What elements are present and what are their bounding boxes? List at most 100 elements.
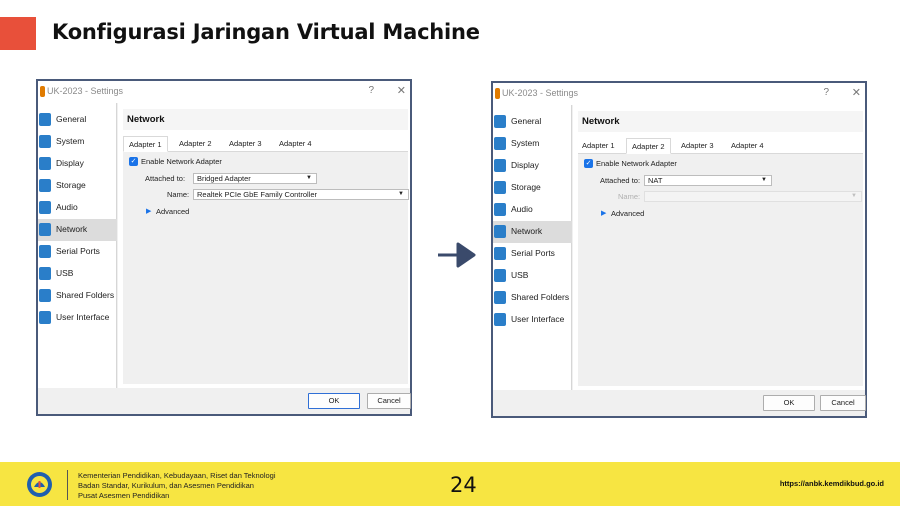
sidebar-item-user-interface[interactable]: User Interface — [493, 309, 572, 331]
panel-title: Network — [582, 116, 620, 127]
advanced-toggle[interactable]: Advanced — [156, 207, 189, 216]
enable-adapter-checkbox[interactable]: ✓ — [129, 157, 138, 166]
page-number: 24 — [450, 473, 477, 497]
adapter-tab-pane: ✓ Enable Network Adapter Attached to: Br… — [123, 152, 409, 384]
sidebar-item-usb[interactable]: USB — [493, 265, 572, 287]
enable-adapter-label: Enable Network Adapter — [141, 157, 222, 166]
network-icon — [494, 225, 506, 238]
settings-dialog-after: UK-2023 - Settings ? ✕ General System Di… — [491, 81, 867, 418]
close-button[interactable]: ✕ — [397, 84, 406, 97]
user-interface-icon — [494, 313, 506, 326]
tab-adapter-4[interactable]: Adapter 4 — [279, 139, 312, 148]
tab-adapter-1[interactable]: Adapter 1 — [582, 141, 615, 150]
user-interface-icon — [39, 311, 51, 324]
sidebar-item-display[interactable]: Display — [493, 155, 572, 177]
institution-line-2: Badan Standar, Kurikulum, dan Asesmen Pe… — [78, 481, 254, 490]
sidebar-item-general[interactable]: General — [38, 109, 117, 131]
sidebar-item-label: Storage — [511, 182, 541, 192]
institution-line-1: Kementerian Pendidikan, Kebudayaan, Rise… — [78, 471, 276, 480]
chevron-down-icon: ▼ — [398, 191, 404, 197]
sidebar-item-serial-ports[interactable]: Serial Ports — [38, 241, 117, 263]
sidebar-item-system[interactable]: System — [38, 131, 117, 153]
sidebar-item-storage[interactable]: Storage — [38, 175, 117, 197]
tab-adapter-2[interactable]: Adapter 2 — [626, 138, 671, 154]
sidebar-item-shared-folders[interactable]: Shared Folders — [38, 285, 117, 307]
name-value: Realtek PCIe GbE Family Controller — [197, 190, 318, 199]
close-button[interactable]: ✕ — [852, 86, 861, 99]
attached-to-select[interactable]: NAT ▼ — [644, 175, 772, 186]
settings-sidebar: General System Display Storage Audio Net… — [493, 105, 572, 390]
sidebar-item-audio[interactable]: Audio — [493, 199, 572, 221]
tab-adapter-4[interactable]: Adapter 4 — [731, 141, 764, 150]
ok-button[interactable]: OK — [763, 395, 815, 411]
sidebar-item-label: System — [56, 136, 85, 146]
settings-sidebar: General System Display Storage Audio Net… — [38, 103, 117, 388]
sidebar-item-label: Shared Folders — [511, 292, 570, 302]
expand-arrow-icon[interactable]: ▶ — [146, 207, 151, 215]
footer-url[interactable]: https://anbk.kemdikbud.go.id — [780, 479, 884, 488]
shared-folders-icon — [39, 289, 51, 302]
general-icon — [39, 113, 51, 126]
sidebar-item-label: Audio — [56, 202, 78, 212]
help-button[interactable]: ? — [368, 85, 374, 96]
sidebar-item-label: Network — [56, 224, 88, 234]
name-label: Name: — [167, 190, 190, 199]
adapter-tabs: Adapter 1 Adapter 2 Adapter 3 Adapter 4 — [578, 138, 863, 154]
help-button[interactable]: ? — [823, 87, 829, 98]
sidebar-item-label: User Interface — [56, 312, 110, 322]
transition-arrow-icon — [438, 242, 476, 268]
sidebar-item-audio[interactable]: Audio — [38, 197, 117, 219]
sidebar-item-network[interactable]: Network — [38, 219, 117, 241]
tab-adapter-1[interactable]: Adapter 1 — [123, 136, 168, 152]
cancel-button[interactable]: Cancel — [820, 395, 866, 411]
sidebar-item-label: USB — [56, 268, 74, 278]
dialog-titlebar: UK-2023 - Settings ? ✕ — [493, 83, 865, 105]
attached-to-label: Attached to: — [145, 174, 186, 183]
sidebar-item-label: General — [511, 116, 542, 126]
sidebar-item-network[interactable]: Network — [493, 221, 572, 243]
sidebar-item-label: Serial Ports — [56, 246, 100, 256]
dialog-button-bar: OK Cancel — [38, 388, 411, 414]
usb-icon — [39, 267, 51, 280]
sidebar-item-label: USB — [511, 270, 529, 280]
sidebar-item-serial-ports[interactable]: Serial Ports — [493, 243, 572, 265]
chevron-down-icon: ▼ — [306, 175, 312, 181]
attached-to-value: NAT — [648, 176, 663, 185]
panel-header: Network — [578, 111, 863, 132]
sidebar-item-label: Network — [511, 226, 543, 236]
sidebar-item-usb[interactable]: USB — [38, 263, 117, 285]
storage-icon — [494, 181, 506, 194]
sidebar-item-storage[interactable]: Storage — [493, 177, 572, 199]
name-label: Name: — [618, 192, 641, 201]
dialog-button-bar: OK Cancel — [493, 390, 866, 416]
expand-arrow-icon[interactable]: ▶ — [601, 209, 606, 217]
sidebar-item-shared-folders[interactable]: Shared Folders — [493, 287, 572, 309]
audio-icon — [494, 203, 506, 216]
settings-dialog-before: UK-2023 - Settings ? ✕ General System Di… — [36, 79, 412, 416]
name-select: ▼ — [644, 191, 862, 202]
advanced-toggle[interactable]: Advanced — [611, 209, 644, 218]
ok-button[interactable]: OK — [308, 393, 360, 409]
chevron-down-icon: ▼ — [851, 193, 857, 199]
enable-adapter-checkbox[interactable]: ✓ — [584, 159, 593, 168]
attached-to-label: Attached to: — [600, 176, 641, 185]
system-icon — [39, 135, 51, 148]
virtualbox-app-icon — [40, 86, 45, 97]
tab-adapter-3[interactable]: Adapter 3 — [681, 141, 714, 150]
usb-icon — [494, 269, 506, 282]
cancel-button[interactable]: Cancel — [367, 393, 411, 409]
serial-ports-icon — [494, 247, 506, 260]
attached-to-value: Bridged Adapter — [197, 174, 251, 183]
sidebar-item-label: Audio — [511, 204, 533, 214]
tab-adapter-2[interactable]: Adapter 2 — [179, 139, 212, 148]
settings-content: Network Adapter 1 Adapter 2 Adapter 3 Ad… — [573, 105, 865, 390]
sidebar-item-label: Shared Folders — [56, 290, 115, 300]
sidebar-item-general[interactable]: General — [493, 111, 572, 133]
tab-adapter-3[interactable]: Adapter 3 — [229, 139, 262, 148]
sidebar-item-system[interactable]: System — [493, 133, 572, 155]
attached-to-select[interactable]: Bridged Adapter ▼ — [193, 173, 317, 184]
institution-line-3: Pusat Asesmen Pendidikan — [78, 491, 170, 500]
name-select[interactable]: Realtek PCIe GbE Family Controller ▼ — [193, 189, 409, 200]
sidebar-item-display[interactable]: Display — [38, 153, 117, 175]
sidebar-item-user-interface[interactable]: User Interface — [38, 307, 117, 329]
